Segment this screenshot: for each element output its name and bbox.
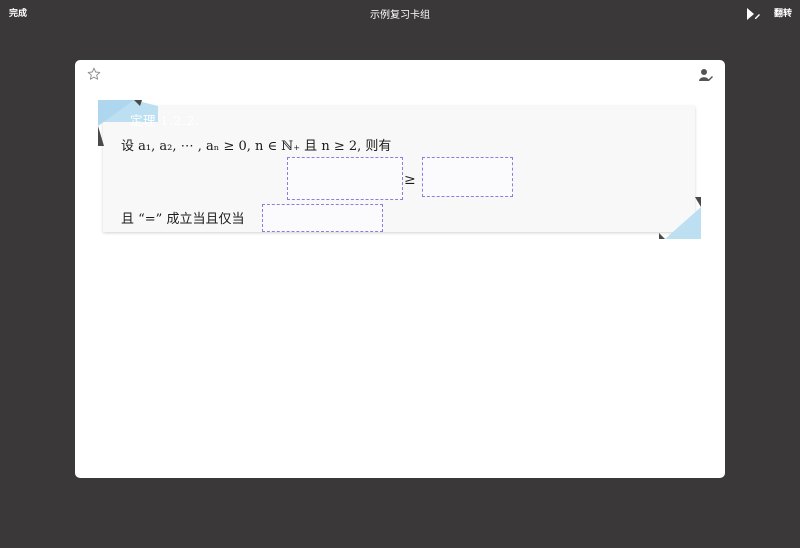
cloze-blank-condition[interactable] [262, 204, 383, 232]
cloze-blank-right[interactable] [422, 157, 513, 197]
relation-symbol: ≥ [404, 172, 416, 188]
flashcard: 定理 1.2.2. 设 a₁, a₂, ⋯ , aₙ ≥ 0, n ∈ ℕ₊ 且… [75, 60, 725, 478]
flip-button[interactable]: 翻转 [774, 6, 792, 19]
pen-icon[interactable] [745, 6, 761, 20]
cloze-blank-left[interactable] [287, 157, 403, 200]
top-toolbar: 完成 示例复习卡组 翻转 [0, 0, 800, 26]
user-edit-icon[interactable] [699, 67, 713, 81]
equality-condition-text: 且 “=” 成立当且仅当 [121, 212, 245, 227]
theorem-label: 定理 1.2.2. [130, 113, 200, 128]
theorem-hypothesis: 设 a₁, a₂, ⋯ , aₙ ≥ 0, n ∈ ℕ₊ 且 n ≥ 2, 则有 [121, 139, 392, 154]
deck-title: 示例复习卡组 [370, 10, 430, 21]
star-outline-icon[interactable] [87, 66, 101, 80]
ribbon-bottom-right [659, 197, 701, 239]
